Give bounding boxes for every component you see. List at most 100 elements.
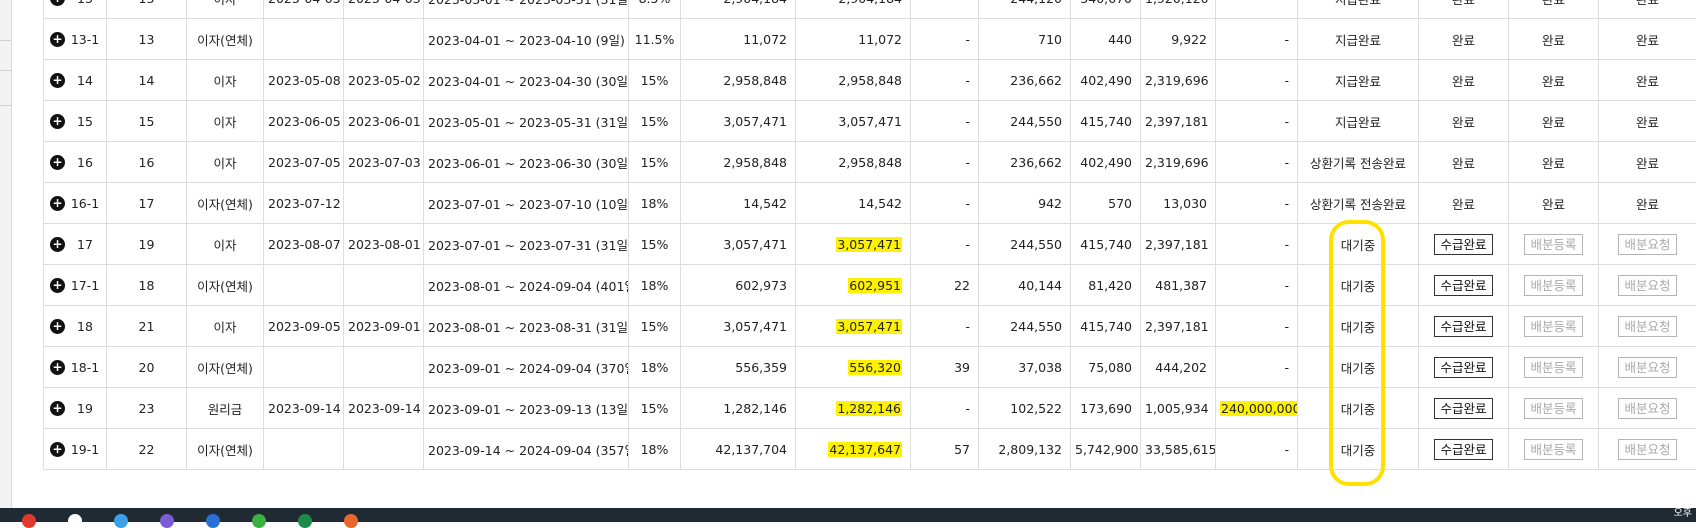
taskbar-app-icon[interactable] xyxy=(298,514,312,528)
paid-amount-cell: 3,057,471 xyxy=(796,224,911,265)
interest-rate-cell: 15% xyxy=(629,60,681,101)
expand-plus-icon[interactable]: + xyxy=(50,196,65,211)
taskbar-app-icon[interactable] xyxy=(160,514,174,528)
receive-status-cell: 완료 xyxy=(1419,0,1509,19)
row-index-cell: +19 xyxy=(44,388,107,429)
row-index-cell: +13-1 xyxy=(44,19,107,60)
distribution-register-button[interactable]: 배분등록 xyxy=(1524,398,1582,419)
principal-amount: - xyxy=(1284,155,1289,170)
interest-period-cell: 2023-09-01 ~ 2023-09-13 (13일) xyxy=(424,388,629,429)
overdue-days-cell: - xyxy=(911,388,979,429)
paid-amount-cell: 3,057,471 xyxy=(796,101,911,142)
sequence-cell: 16 xyxy=(107,142,187,183)
expand-plus-icon[interactable]: + xyxy=(50,319,65,334)
sequence-cell: 22 xyxy=(107,429,187,470)
expand-plus-icon[interactable]: + xyxy=(50,442,65,457)
expand-plus-icon[interactable]: + xyxy=(50,0,65,6)
distribution-request-button[interactable]: 배분요청 xyxy=(1618,439,1676,460)
expand-plus-icon[interactable]: + xyxy=(50,73,65,88)
interest-period-cell: 2023-05-01 ~ 2023-05-31 (31일) xyxy=(424,101,629,142)
tax-cell: 942 xyxy=(979,183,1071,224)
net-amount-cell: 2,397,181 xyxy=(1141,101,1216,142)
payment-type-cell: 이자 xyxy=(187,306,264,347)
paid-amount-cell: 14,542 xyxy=(796,183,911,224)
distribution-request-button-cell: 배분요청 xyxy=(1599,306,1696,347)
status-cell: 대기중 xyxy=(1298,347,1419,388)
fee-cell: 75,080 xyxy=(1071,347,1141,388)
interest-period-cell: 2023-03-01 ~ 2023-03-31 (31일) xyxy=(424,0,629,19)
net-amount-cell: 481,387 xyxy=(1141,265,1216,306)
sequence-cell: 18 xyxy=(107,265,187,306)
status-cell: 대기중 xyxy=(1298,388,1419,429)
distribution-register-button[interactable]: 배분등록 xyxy=(1524,275,1582,296)
table-row: +18-120이자(연체)2023-09-01 ~ 2024-09-04 (37… xyxy=(44,347,1696,388)
taskbar-app-icon[interactable] xyxy=(68,514,82,528)
distribution-request-button[interactable]: 배분요청 xyxy=(1618,316,1676,337)
expand-plus-icon[interactable]: + xyxy=(50,237,65,252)
payment-type-cell: 이자(연체) xyxy=(187,265,264,306)
receive-done-button[interactable]: 수급완료 xyxy=(1434,439,1492,460)
row-index: 14 xyxy=(77,73,93,88)
status-cell: 상환기록 전송완료 xyxy=(1298,183,1419,224)
principal-amount: - xyxy=(1284,237,1289,252)
paid-date-cell: 2023-09-01 xyxy=(344,306,424,347)
overdue-days-cell: - xyxy=(911,224,979,265)
interest-amount-cell: 3,057,471 xyxy=(681,306,796,347)
receive-done-button[interactable]: 수급완료 xyxy=(1434,234,1492,255)
distribution-request-button[interactable]: 배분요청 xyxy=(1618,357,1676,378)
receive-done-button[interactable]: 수급완료 xyxy=(1434,275,1492,296)
distribution-register-button[interactable]: 배분등록 xyxy=(1524,357,1582,378)
interest-period-cell: 2023-07-01 ~ 2023-07-31 (31일) xyxy=(424,224,629,265)
row-index: 18 xyxy=(77,319,93,334)
distribution-request-status-cell: 완료 xyxy=(1599,19,1696,60)
principal-cell: - xyxy=(1216,347,1298,388)
sequence-cell: 17 xyxy=(107,183,187,224)
distribution-register-button[interactable]: 배분등록 xyxy=(1524,439,1582,460)
interest-amount-cell: 1,282,146 xyxy=(681,388,796,429)
taskbar-app-icon[interactable] xyxy=(22,514,36,528)
receive-done-button-cell: 수급완료 xyxy=(1419,265,1509,306)
table-row: +1313이자2023-04-052023-04-032023-03-01 ~ … xyxy=(44,0,1696,19)
expand-plus-icon[interactable]: + xyxy=(50,114,65,129)
payment-type-cell: 이자(연체) xyxy=(187,183,264,224)
receive-done-button[interactable]: 수급완료 xyxy=(1434,398,1492,419)
expand-plus-icon[interactable]: + xyxy=(50,32,65,47)
net-amount-cell: 2,397,181 xyxy=(1141,224,1216,265)
interest-period-cell: 2023-07-01 ~ 2023-07-10 (10일) xyxy=(424,183,629,224)
interest-period-cell: 2023-04-01 ~ 2023-04-10 (9일) xyxy=(424,19,629,60)
sequence-cell: 20 xyxy=(107,347,187,388)
expand-plus-icon[interactable]: + xyxy=(50,401,65,416)
paid-amount: 14,542 xyxy=(858,196,902,211)
distribution-request-button[interactable]: 배분요청 xyxy=(1618,234,1676,255)
row-index-cell: +16 xyxy=(44,142,107,183)
taskbar-app-icon[interactable] xyxy=(252,514,266,528)
expand-plus-icon[interactable]: + xyxy=(50,278,65,293)
tax-cell: 2,809,132 xyxy=(979,429,1071,470)
distribution-register-button[interactable]: 배분등록 xyxy=(1524,234,1582,255)
interest-period-cell: 2023-08-01 ~ 2024-09-04 (401일) xyxy=(424,265,629,306)
taskbar-app-icon[interactable] xyxy=(206,514,220,528)
due-date-cell: 2023-06-05 xyxy=(264,101,344,142)
interest-amount-cell: 3,057,471 xyxy=(681,224,796,265)
status-cell: 지급완료 xyxy=(1298,101,1419,142)
receive-done-button[interactable]: 수급완료 xyxy=(1434,316,1492,337)
distribution-register-button[interactable]: 배분등록 xyxy=(1524,316,1582,337)
expand-plus-icon[interactable]: + xyxy=(50,155,65,170)
paid-amount: 2,958,848 xyxy=(838,155,902,170)
status-cell: 대기중 xyxy=(1298,429,1419,470)
due-date-cell xyxy=(264,347,344,388)
left-sidebar-edge xyxy=(0,0,12,508)
due-date-cell: 2023-09-14 xyxy=(264,388,344,429)
table-row: +1414이자2023-05-082023-05-022023-04-01 ~ … xyxy=(44,60,1696,101)
distribution-request-button[interactable]: 배분요청 xyxy=(1618,398,1676,419)
net-amount-cell: 2,319,696 xyxy=(1141,60,1216,101)
overdue-days-cell: - xyxy=(911,101,979,142)
fee-cell: 440 xyxy=(1071,19,1141,60)
overdue-days-cell: - xyxy=(911,19,979,60)
distribution-request-button[interactable]: 배분요청 xyxy=(1618,275,1676,296)
expand-plus-icon[interactable]: + xyxy=(50,360,65,375)
taskbar-app-icon[interactable] xyxy=(344,514,358,528)
receive-done-button[interactable]: 수급완료 xyxy=(1434,357,1492,378)
taskbar-app-icon[interactable] xyxy=(114,514,128,528)
paid-amount: 2,904,184 xyxy=(838,0,902,6)
